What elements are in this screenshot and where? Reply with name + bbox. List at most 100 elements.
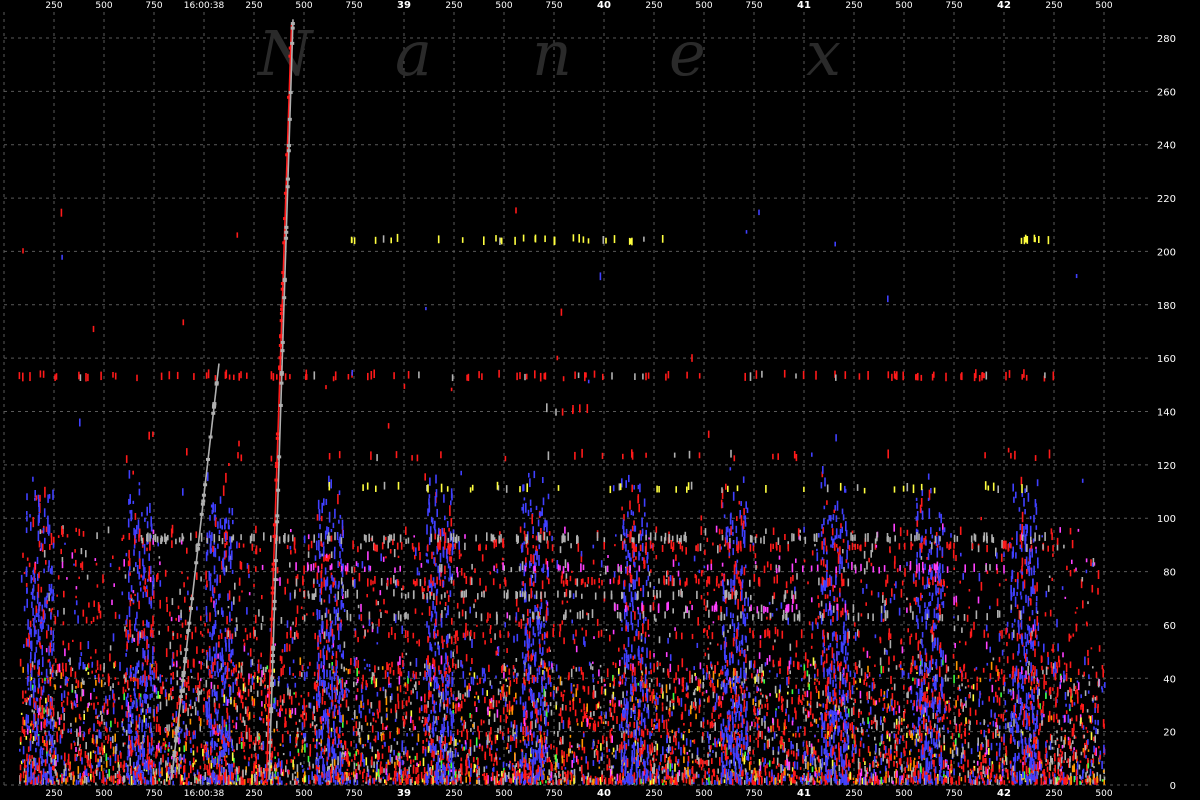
data-mark [955,725,957,733]
data-mark [775,734,778,737]
data-mark [364,715,367,723]
data-mark [738,762,740,769]
data-mark [1058,719,1061,726]
data-mark [389,753,392,763]
data-mark [608,778,610,785]
data-mark [658,778,660,785]
data-mark [752,698,754,705]
data-mark [406,755,409,761]
data-mark [712,769,714,773]
data-mark [146,661,149,666]
data-mark [513,768,516,777]
data-mark [416,762,418,767]
data-mark [585,756,587,764]
data-mark [1053,714,1055,723]
data-mark [354,753,356,761]
data-mark [653,694,655,700]
data-mark [656,769,658,776]
data-mark [687,766,689,776]
data-mark [194,774,196,784]
data-mark [160,781,162,784]
data-mark [1050,694,1052,700]
data-mark [301,745,304,750]
data-mark [818,767,820,773]
data-mark [303,777,306,781]
data-mark [389,749,392,753]
data-mark [706,731,709,739]
data-mark [44,681,46,685]
data-mark [460,776,462,784]
data-mark [689,722,692,727]
data-mark [450,687,452,693]
data-mark [1067,758,1069,763]
data-mark [74,717,77,723]
data-mark [1084,656,1086,666]
data-mark [651,696,654,704]
data-mark [1034,782,1036,785]
data-mark [176,670,179,678]
data-mark [375,678,378,687]
data-mark [839,681,841,689]
data-mark [1004,681,1006,687]
data-mark [941,716,944,723]
data-mark [805,762,807,769]
data-mark [536,668,539,672]
data-mark [599,664,602,668]
data-mark [189,740,192,744]
data-mark [759,761,762,766]
data-mark [712,750,714,753]
data-mark [379,772,382,775]
data-mark [495,675,497,679]
data-mark [778,763,780,767]
data-mark [445,704,447,707]
data-mark [943,777,946,782]
data-mark [618,723,621,731]
data-mark [1089,768,1092,777]
data-mark [1001,758,1004,764]
data-mark [652,689,655,695]
data-mark [896,737,899,745]
data-mark [468,749,470,754]
data-mark [213,759,215,768]
data-mark [452,702,455,709]
data-mark [274,762,277,768]
data-mark [273,668,275,673]
data-mark [350,658,352,666]
data-mark [767,726,770,732]
data-mark [496,770,498,778]
data-mark [282,744,284,747]
data-mark [839,697,841,700]
data-mark [342,745,344,751]
data-mark [330,727,333,732]
data-mark [734,723,736,728]
data-mark [462,724,465,732]
data-mark [1076,688,1078,692]
data-mark [343,666,345,672]
data-mark [233,697,236,700]
data-mark [1045,666,1048,675]
data-mark [122,686,125,694]
data-mark [563,759,565,767]
data-mark [867,734,870,737]
data-mark [682,734,685,741]
data-mark [450,692,453,697]
data-mark [710,663,713,667]
data-mark [110,720,112,728]
data-mark [47,695,50,702]
data-mark [553,685,555,691]
data-mark [356,668,358,677]
data-mark [814,734,816,738]
data-mark [996,779,999,785]
data-mark [1033,678,1035,684]
data-mark [712,691,715,699]
data-mark [722,751,725,754]
data-mark [614,662,617,668]
data-mark [417,773,420,781]
data-mark [505,714,507,724]
data-mark [976,760,979,766]
data-mark [849,723,852,731]
data-mark [666,728,669,735]
data-mark [1092,771,1094,774]
data-mark [566,774,569,780]
data-mark [764,758,766,764]
